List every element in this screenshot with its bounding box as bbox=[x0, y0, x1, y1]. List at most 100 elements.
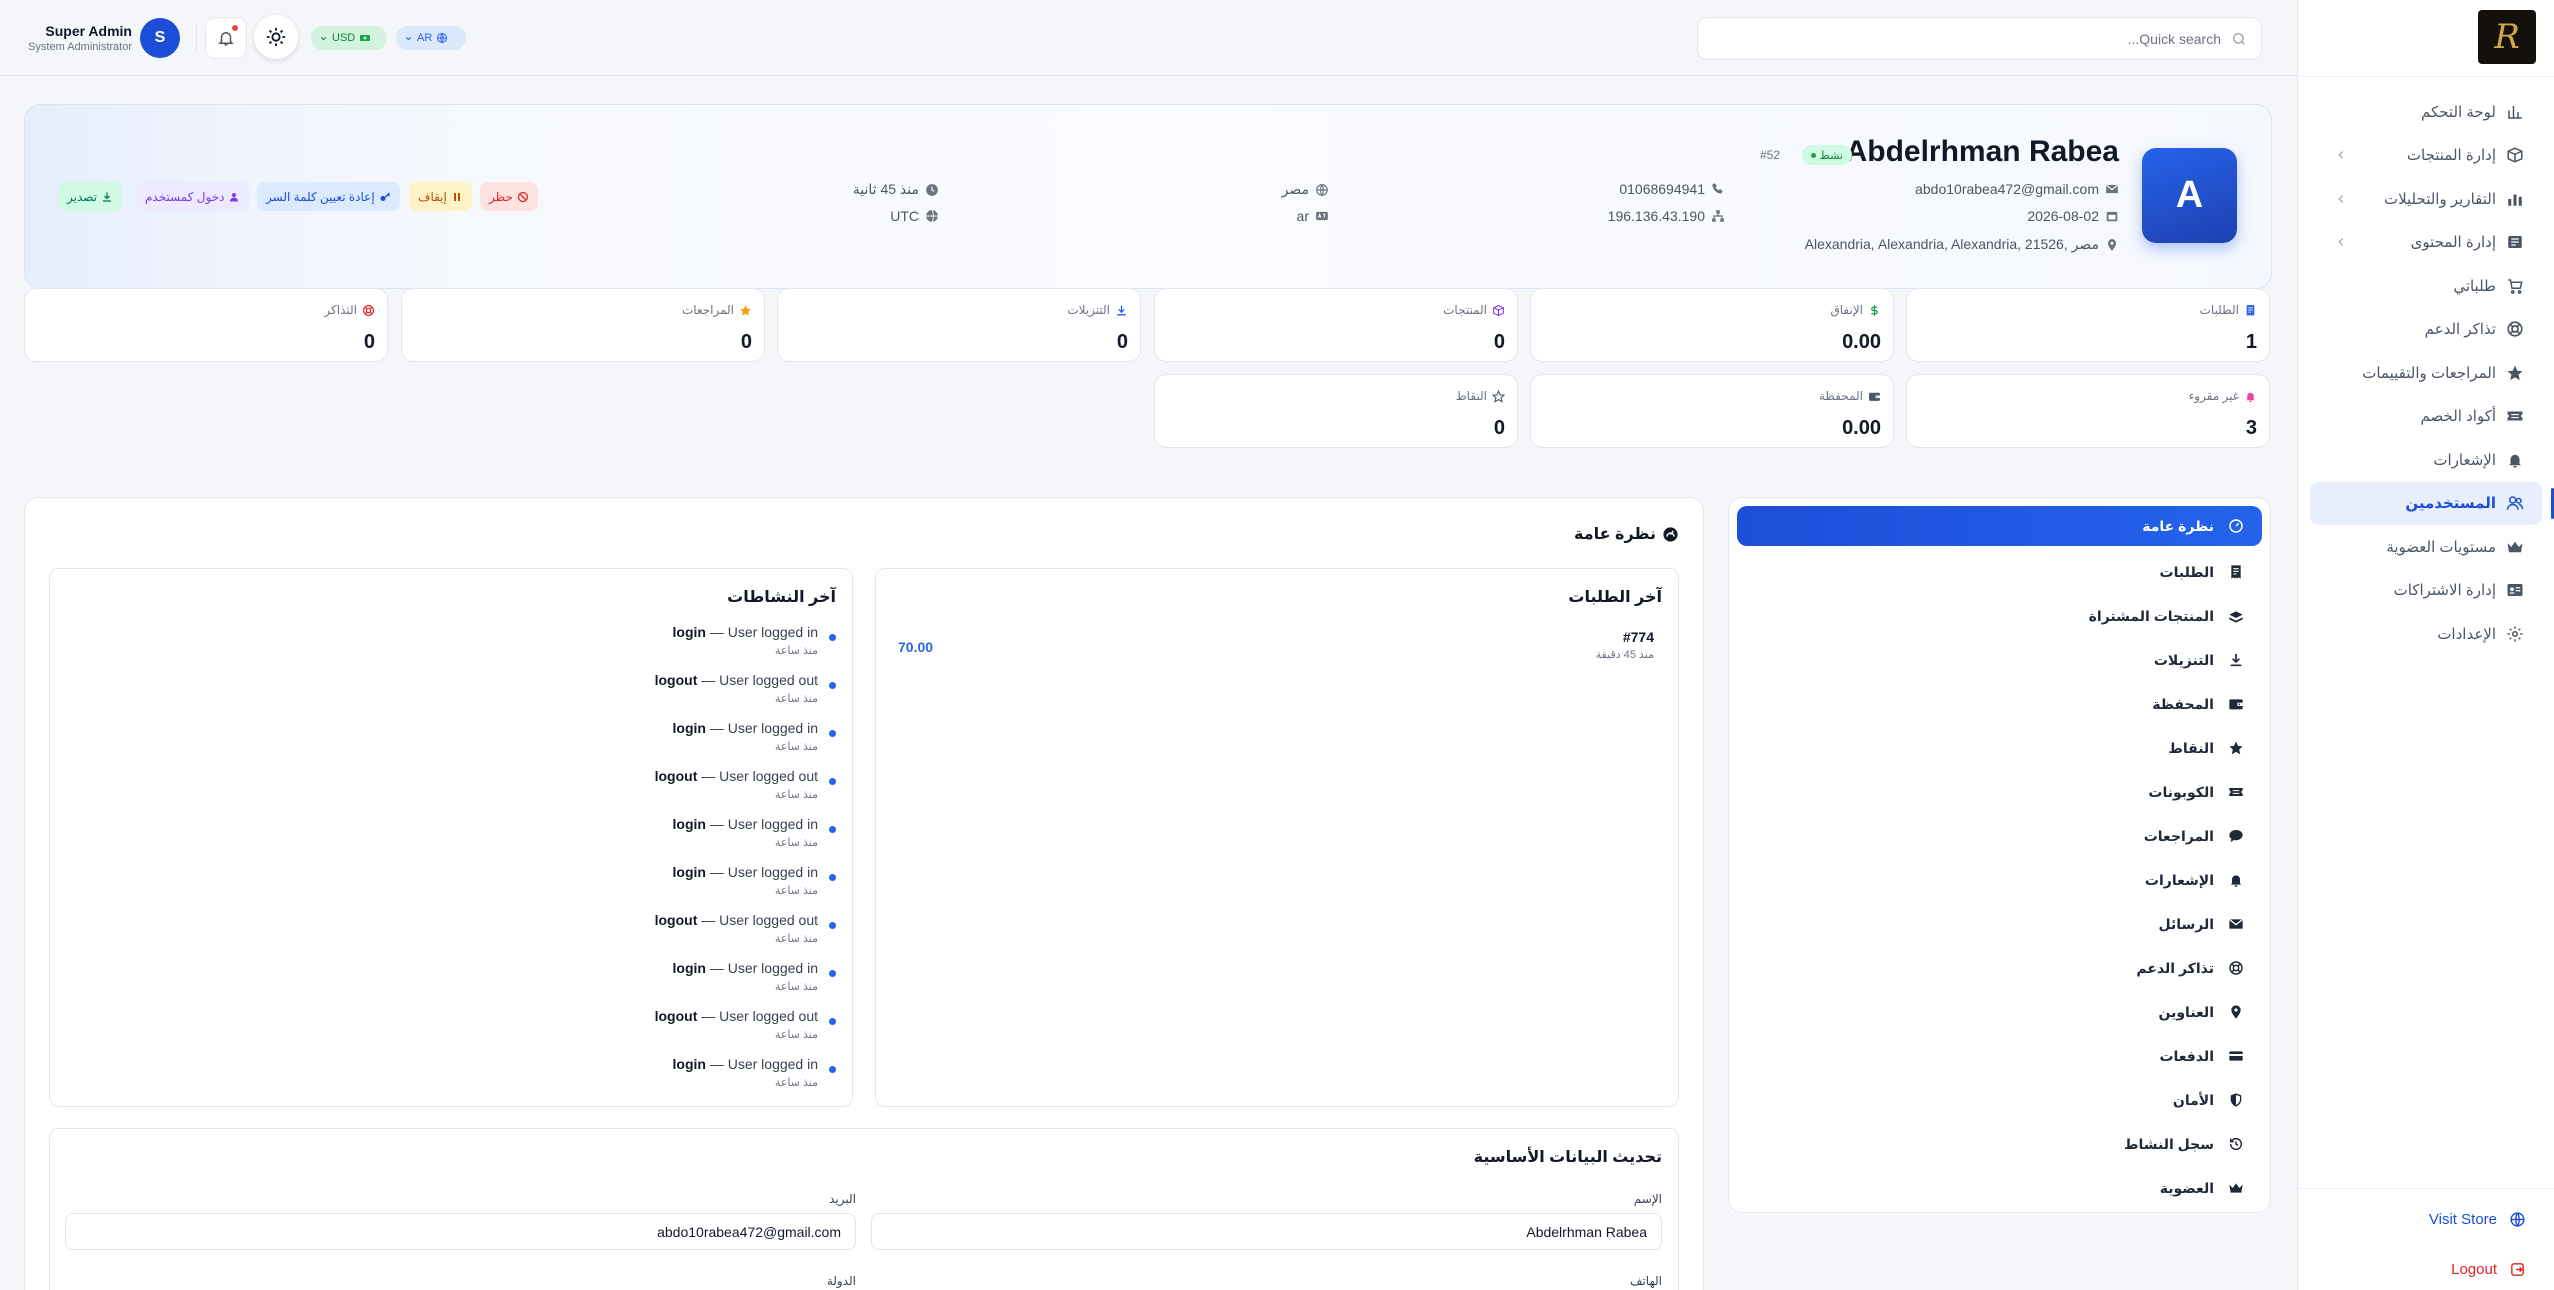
currency-switcher[interactable]: USD bbox=[311, 26, 387, 50]
sidebar-item[interactable]: الإعدادات bbox=[2310, 612, 2542, 656]
admin-info[interactable]: Super Admin System Administrator bbox=[20, 23, 132, 53]
activity-time: منذ ساعة bbox=[774, 693, 818, 705]
ban-button[interactable]: حظر bbox=[480, 182, 538, 211]
globe-icon bbox=[925, 209, 939, 223]
user-menu-item[interactable]: التنزيلات bbox=[1737, 638, 2262, 682]
download-icon bbox=[2228, 652, 2244, 668]
sidebar-item[interactable]: طلباتي bbox=[2310, 264, 2542, 308]
wallet-icon bbox=[2228, 696, 2244, 712]
activity-item: login — User logged in منذ ساعة bbox=[436, 816, 836, 864]
sidebar-item[interactable]: إدارة الاشتراكات bbox=[2310, 569, 2542, 613]
avatar[interactable]: S bbox=[140, 18, 180, 58]
user-menu-item[interactable]: تذاكر الدعم bbox=[1737, 946, 2262, 990]
user-menu-item[interactable]: العناوين bbox=[1737, 990, 2262, 1034]
user-menu-label: المحفظة bbox=[2152, 695, 2214, 712]
stat-value: 0 bbox=[740, 331, 752, 353]
activity-time: منذ ساعة bbox=[774, 789, 818, 801]
stat-card: التنزيلات 0 bbox=[777, 288, 1141, 362]
quick-search[interactable] bbox=[1697, 17, 2262, 60]
sidebar-item[interactable]: الإشعارات bbox=[2310, 438, 2542, 482]
stat-label: غير مقروء bbox=[2189, 389, 2257, 403]
user-menu-item[interactable]: الأمان bbox=[1737, 1078, 2262, 1122]
sidebar-item[interactable]: إدارة المحتوى bbox=[2310, 221, 2542, 265]
basic-info-form: تحديث البيانات الأساسية الإسم البريد اله… bbox=[49, 1128, 1679, 1290]
stat-label: التنزيلات bbox=[1067, 303, 1128, 317]
visit-store-link[interactable]: Visit Store bbox=[2429, 1211, 2526, 1228]
user-menu-item[interactable]: العضوية bbox=[1737, 1166, 2262, 1210]
activity-item: login — User logged in منذ ساعة bbox=[436, 624, 836, 672]
user-menu-item[interactable]: المراجعات bbox=[1737, 814, 2262, 858]
sidebar-item[interactable]: إدارة المنتجات bbox=[2310, 134, 2542, 178]
search-input[interactable] bbox=[1712, 30, 2221, 47]
sidebar-item-label: أكواد الخصم bbox=[2420, 408, 2496, 426]
gear-icon bbox=[2506, 625, 2524, 643]
stat-card: النقاط 0 bbox=[1154, 374, 1518, 448]
user-name: Abdelrhman Rabea bbox=[1845, 135, 2119, 168]
export-button[interactable]: تصدير bbox=[58, 182, 123, 211]
users-icon bbox=[2506, 494, 2524, 512]
user-menu-item[interactable]: المحفظة bbox=[1737, 682, 2262, 726]
user-menu-item[interactable]: المنتجات المشتراة bbox=[1737, 594, 2262, 638]
suspend-button[interactable]: إيقاف bbox=[409, 182, 472, 211]
user-address: Alexandria, Alexandria, Alexandria, 2152… bbox=[1805, 236, 2119, 253]
activity-dot bbox=[829, 970, 836, 977]
id-card-icon bbox=[2506, 581, 2524, 599]
activity-time: منذ ساعة bbox=[774, 1077, 818, 1089]
globe-icon bbox=[436, 32, 448, 44]
sidebar-item[interactable]: لوحة التحكم bbox=[2310, 90, 2542, 134]
user-menu-item[interactable]: نظرة عامة bbox=[1737, 506, 2262, 546]
stat-value: 0.00 bbox=[1842, 331, 1881, 353]
impersonate-button[interactable]: دخول كمستخدم bbox=[136, 182, 250, 211]
brand-logo[interactable]: R bbox=[2478, 10, 2536, 64]
stat-value: 0 bbox=[363, 331, 375, 353]
user-menu-item[interactable]: سجل النشاط bbox=[1737, 1122, 2262, 1166]
location-pin-icon bbox=[2228, 1004, 2244, 1020]
language-switcher[interactable]: AR bbox=[396, 26, 466, 50]
history-icon bbox=[2228, 1136, 2244, 1152]
user-menu-label: نظرة عامة bbox=[2142, 517, 2214, 534]
order-number[interactable]: #774 bbox=[1623, 629, 1654, 645]
activity-dot bbox=[829, 874, 836, 881]
notifications-button[interactable] bbox=[205, 17, 247, 59]
sidebar-item[interactable]: مستويات العضوية bbox=[2310, 525, 2542, 569]
logout-link[interactable]: Logout bbox=[2451, 1261, 2526, 1278]
activity-text: logout — User logged out bbox=[654, 1008, 818, 1024]
user-menu-label: تذاكر الدعم bbox=[2136, 959, 2214, 976]
dollar-icon bbox=[1868, 304, 1881, 317]
overview-panel: نظرة عامة آخر الطلبات #774 منذ 45 دقيقة … bbox=[24, 497, 1704, 1290]
name-input[interactable] bbox=[871, 1213, 1662, 1250]
activity-item: login — User logged in منذ ساعة bbox=[436, 1056, 836, 1104]
theme-toggle-button[interactable] bbox=[254, 15, 298, 59]
reset-password-button[interactable]: إعادة تعيين كلمة السر bbox=[257, 182, 400, 211]
user-menu-item[interactable]: الكوبونات bbox=[1737, 770, 2262, 814]
phone-label: الهاتف bbox=[1630, 1274, 1662, 1288]
sidebar-item[interactable]: التقارير والتحليلات bbox=[2310, 177, 2542, 221]
star-icon bbox=[2506, 364, 2524, 382]
user-menu-item[interactable]: الرسائل bbox=[1737, 902, 2262, 946]
sidebar-item[interactable]: أكواد الخصم bbox=[2310, 395, 2542, 439]
user-menu-item[interactable]: الطلبات bbox=[1737, 550, 2262, 594]
stat-card: الطلبات 1 bbox=[1906, 288, 2270, 362]
sidebar-item[interactable]: المراجعات والتقييمات bbox=[2310, 351, 2542, 395]
sidebar-item-label: لوحة التحكم bbox=[2420, 103, 2496, 121]
recent-orders-card: آخر الطلبات #774 منذ 45 دقيقة 70.00 bbox=[875, 568, 1679, 1107]
recent-activities-title: آخر النشاطات bbox=[727, 589, 836, 606]
gauge-icon bbox=[2228, 518, 2244, 534]
activity-time: منذ ساعة bbox=[774, 885, 818, 897]
activity-text: login — User logged in bbox=[672, 1056, 819, 1072]
sidebar-item[interactable]: المستخدمين bbox=[2310, 481, 2554, 525]
sidebar-item[interactable]: تذاكر الدعم bbox=[2310, 308, 2542, 352]
activity-time: منذ ساعة bbox=[774, 837, 818, 849]
stat-value: 0.00 bbox=[1842, 417, 1881, 439]
comment-icon bbox=[2228, 828, 2244, 844]
email-input[interactable] bbox=[65, 1213, 856, 1250]
user-menu-item[interactable]: الدفعات bbox=[1737, 1034, 2262, 1078]
user-menu-item[interactable]: النقاط bbox=[1737, 726, 2262, 770]
stat-label: المحفظة bbox=[1819, 389, 1881, 403]
user-menu-item[interactable]: الإشعارات bbox=[1737, 858, 2262, 902]
user-menu-label: النقاط bbox=[2168, 739, 2214, 756]
country-label: الدولة bbox=[826, 1274, 856, 1288]
network-icon bbox=[1711, 209, 1725, 223]
activity-item: logout — User logged out منذ ساعة bbox=[436, 1008, 836, 1056]
activity-text: login — User logged in bbox=[672, 864, 819, 880]
